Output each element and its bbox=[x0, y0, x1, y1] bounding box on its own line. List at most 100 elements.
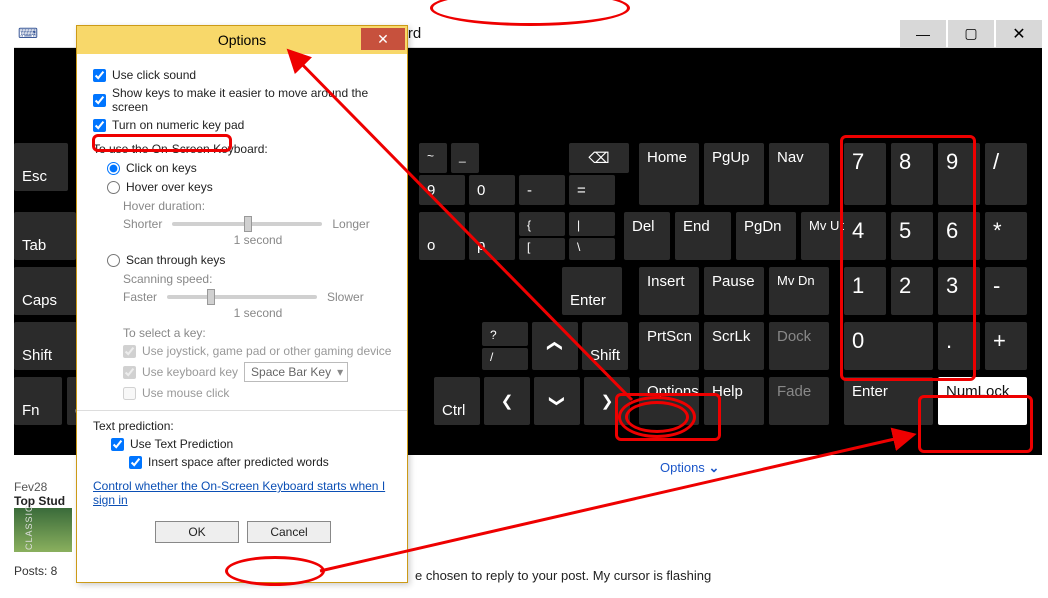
key-mvdn[interactable]: Mv Dn bbox=[769, 267, 829, 315]
checkbox-show-keys[interactable]: Show keys to make it easier to move arou… bbox=[93, 86, 393, 114]
key-left[interactable]: ❮ bbox=[484, 377, 530, 425]
key-enter[interactable]: Enter bbox=[562, 267, 622, 315]
numpad-6[interactable]: 6 bbox=[938, 212, 980, 260]
select-key-label: To select a key: bbox=[123, 326, 393, 340]
key-nav[interactable]: Nav bbox=[769, 143, 829, 205]
key-pause[interactable]: Pause bbox=[704, 267, 764, 315]
key-dock[interactable]: Dock bbox=[769, 322, 829, 370]
maximize-icon: ▢ bbox=[964, 25, 977, 42]
key-down[interactable]: ❯ bbox=[534, 377, 580, 425]
key-tab[interactable]: Tab bbox=[14, 212, 76, 260]
scan-slider[interactable] bbox=[167, 295, 317, 299]
options-dialog-titlebar[interactable]: Options ✕ bbox=[77, 26, 407, 54]
key-backspace[interactable]: ⌫ bbox=[569, 143, 629, 173]
startup-link[interactable]: Control whether the On-Screen Keyboard s… bbox=[93, 479, 393, 507]
ok-button[interactable]: OK bbox=[155, 521, 239, 543]
numpad-numlock[interactable]: NumLock bbox=[938, 377, 1027, 425]
key-options[interactable]: Options bbox=[639, 377, 699, 425]
checkbox-joystick-input[interactable] bbox=[123, 345, 136, 358]
cancel-button[interactable]: Cancel bbox=[247, 521, 331, 543]
numpad-dot[interactable]: . bbox=[938, 322, 980, 370]
hover-slider[interactable] bbox=[172, 222, 322, 226]
options-dropdown-link[interactable]: Options ⌄ bbox=[660, 460, 719, 476]
key-end[interactable]: End bbox=[675, 212, 731, 260]
numpad-3[interactable]: 3 bbox=[938, 267, 980, 315]
numpad-8[interactable]: 8 bbox=[891, 143, 933, 205]
options-dialog-close-button[interactable]: ✕ bbox=[361, 28, 405, 50]
checkbox-text-prediction-input[interactable] bbox=[111, 438, 124, 451]
posts-count: Posts: 8 bbox=[14, 564, 57, 578]
radio-click-on-keys[interactable]: Click on keys bbox=[107, 161, 393, 175]
checkbox-text-prediction[interactable]: Use Text Prediction bbox=[111, 437, 393, 451]
checkbox-numeric-keypad[interactable]: Turn on numeric key pad bbox=[93, 118, 393, 132]
checkbox-show-keys-input[interactable] bbox=[93, 94, 106, 107]
checkbox-numeric-keypad-input[interactable] bbox=[93, 119, 106, 132]
numpad-9[interactable]: 9 bbox=[938, 143, 980, 205]
numpad-add[interactable]: + bbox=[985, 322, 1027, 370]
checkbox-click-sound-input[interactable] bbox=[93, 69, 106, 82]
key-9[interactable]: 9 bbox=[419, 175, 465, 205]
numpad-0[interactable]: 0 bbox=[844, 322, 933, 370]
key-under[interactable]: _ bbox=[451, 143, 479, 173]
key-0[interactable]: 0 bbox=[469, 175, 515, 205]
checkbox-mouse-click[interactable]: Use mouse click bbox=[123, 386, 393, 400]
keyboard-key-select[interactable]: Space Bar Key bbox=[244, 362, 348, 382]
key-del[interactable]: Del bbox=[624, 212, 670, 260]
minimize-button[interactable]: — bbox=[900, 20, 946, 48]
key-tilde[interactable]: ~ bbox=[419, 143, 447, 173]
checkbox-joystick-label: Use joystick, game pad or other gaming d… bbox=[142, 344, 391, 358]
key-shift-right[interactable]: Shift bbox=[582, 322, 628, 370]
key-p[interactable]: p bbox=[469, 212, 515, 260]
checkbox-insert-space[interactable]: Insert space after predicted words bbox=[129, 455, 393, 469]
numpad-5[interactable]: 5 bbox=[891, 212, 933, 260]
key-equals[interactable]: = bbox=[569, 175, 615, 205]
hover-slider-thumb[interactable] bbox=[244, 216, 252, 232]
key-pgdn[interactable]: PgDn bbox=[736, 212, 796, 260]
key-scrlk[interactable]: ScrLk bbox=[704, 322, 764, 370]
key-home[interactable]: Home bbox=[639, 143, 699, 205]
key-caps[interactable]: Caps bbox=[14, 267, 84, 315]
checkbox-insert-space-input[interactable] bbox=[129, 456, 142, 469]
numpad-multiply[interactable]: * bbox=[985, 212, 1027, 260]
radio-scan-through-keys[interactable]: Scan through keys bbox=[107, 253, 393, 267]
key-minus[interactable]: - bbox=[519, 175, 565, 205]
scan-slider-thumb[interactable] bbox=[207, 289, 215, 305]
close-button[interactable]: ✕ bbox=[996, 20, 1042, 48]
key-pipe[interactable]: | bbox=[569, 212, 615, 236]
reply-text: e chosen to reply to your post. My curso… bbox=[415, 568, 711, 583]
numpad-1[interactable]: 1 bbox=[844, 267, 886, 315]
key-lbrace[interactable]: { bbox=[519, 212, 565, 236]
key-up[interactable]: ❮ bbox=[532, 322, 578, 370]
numpad-7[interactable]: 7 bbox=[844, 143, 886, 205]
checkbox-keyboard-key-input[interactable] bbox=[123, 366, 136, 379]
key-backslash[interactable]: \ bbox=[569, 238, 615, 260]
key-ctrl[interactable]: Ctrl bbox=[434, 377, 480, 425]
key-right[interactable]: ❯ bbox=[584, 377, 630, 425]
radio-hover-over-keys[interactable]: Hover over keys bbox=[107, 180, 393, 194]
radio-scan-through-keys-input[interactable] bbox=[107, 254, 120, 267]
numpad-4[interactable]: 4 bbox=[844, 212, 886, 260]
key-question[interactable]: ? bbox=[482, 322, 528, 346]
key-insert[interactable]: Insert bbox=[639, 267, 699, 315]
numpad-subtract[interactable]: - bbox=[985, 267, 1027, 315]
key-esc[interactable]: Esc bbox=[14, 143, 68, 191]
key-fade[interactable]: Fade bbox=[769, 377, 829, 425]
radio-click-on-keys-input[interactable] bbox=[107, 162, 120, 175]
maximize-button[interactable]: ▢ bbox=[948, 20, 994, 48]
key-prtscn[interactable]: PrtScn bbox=[639, 322, 699, 370]
numpad-enter[interactable]: Enter bbox=[844, 377, 933, 425]
radio-hover-over-keys-input[interactable] bbox=[107, 181, 120, 194]
key-pgup[interactable]: PgUp bbox=[704, 143, 764, 205]
checkbox-show-keys-label: Show keys to make it easier to move arou… bbox=[112, 86, 393, 114]
numpad-2[interactable]: 2 bbox=[891, 267, 933, 315]
key-lbracket[interactable]: [ bbox=[519, 238, 565, 260]
key-help[interactable]: Help bbox=[704, 377, 764, 425]
checkbox-keyboard-key-row: Use keyboard key Space Bar Key bbox=[123, 362, 393, 382]
checkbox-joystick[interactable]: Use joystick, game pad or other gaming d… bbox=[123, 344, 393, 358]
key-fn[interactable]: Fn bbox=[14, 377, 62, 425]
numpad-divide[interactable]: / bbox=[985, 143, 1027, 205]
checkbox-click-sound[interactable]: Use click sound bbox=[93, 68, 393, 82]
key-o[interactable]: o bbox=[419, 212, 465, 260]
key-slash[interactable]: / bbox=[482, 348, 528, 370]
checkbox-mouse-click-input[interactable] bbox=[123, 387, 136, 400]
